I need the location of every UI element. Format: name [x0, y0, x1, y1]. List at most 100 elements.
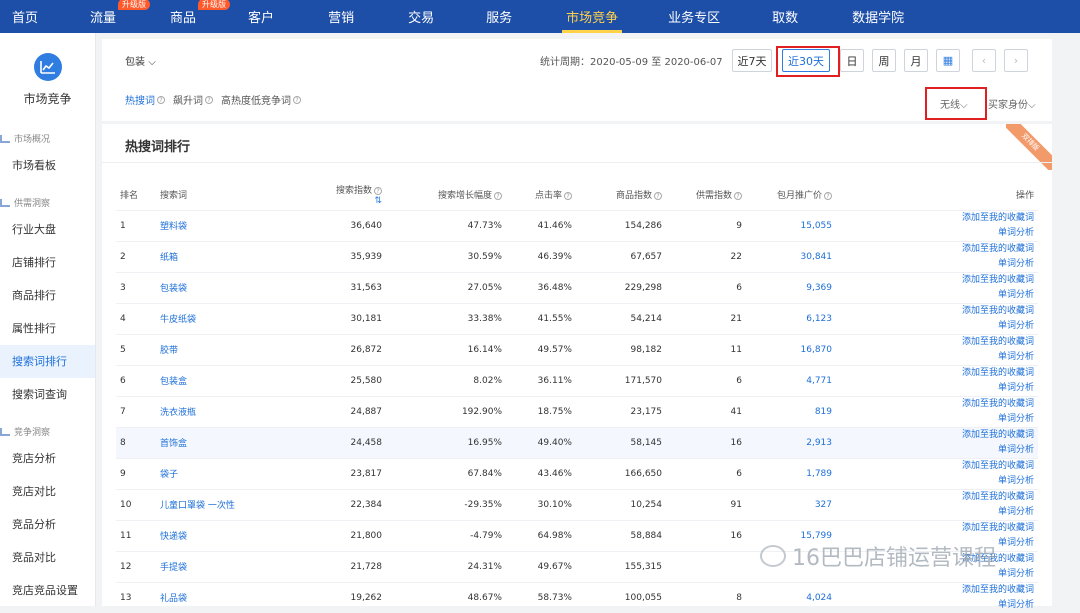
sidebar-item[interactable]: 竞店分析: [0, 442, 95, 475]
word-analysis-link[interactable]: 单词分析: [840, 505, 1034, 520]
help-icon[interactable]: ?: [824, 192, 832, 201]
keyword-link[interactable]: 牛皮纸袋: [156, 302, 326, 334]
next-period-button[interactable]: ›: [1004, 49, 1028, 72]
column-header[interactable]: 包月推广价?: [746, 180, 836, 210]
price-link[interactable]: 327: [746, 488, 836, 520]
add-favorite-link[interactable]: 添加至我的收藏词: [840, 335, 1034, 350]
keyword-link[interactable]: 包装袋: [156, 271, 326, 303]
nav-item-6[interactable]: 服务: [474, 0, 524, 33]
nav-item-1[interactable]: 流量 升级版: [78, 0, 151, 33]
price-link[interactable]: 15,055: [746, 209, 836, 241]
period-button-0[interactable]: 近7天: [732, 49, 772, 72]
device-dropdown[interactable]: 包装 ⌵: [125, 53, 156, 68]
tab-1[interactable]: 飙升词?: [173, 92, 213, 107]
keyword-link[interactable]: 洗衣液瓶: [156, 395, 326, 427]
add-favorite-link[interactable]: 添加至我的收藏词: [840, 583, 1034, 598]
sidebar-item[interactable]: 店铺排行: [0, 246, 95, 279]
add-favorite-link[interactable]: 添加至我的收藏词: [840, 366, 1034, 381]
sidebar-item[interactable]: 竞品分析: [0, 508, 95, 541]
help-icon[interactable]: ?: [157, 95, 165, 104]
period-button-4[interactable]: 月: [904, 49, 928, 72]
sort-icon[interactable]: ⇅: [374, 196, 382, 206]
keyword-link[interactable]: 纸箱: [156, 240, 326, 272]
add-favorite-link[interactable]: 添加至我的收藏词: [840, 211, 1034, 226]
help-icon[interactable]: ?: [494, 192, 502, 201]
add-favorite-link[interactable]: 添加至我的收藏词: [840, 459, 1034, 474]
nav-item-7[interactable]: 市场竞争: [554, 0, 630, 33]
column-header[interactable]: 搜索指数? ⇅: [326, 180, 386, 210]
price-link[interactable]: 2,913: [746, 426, 836, 458]
add-favorite-link[interactable]: 添加至我的收藏词: [840, 490, 1034, 505]
period-button-2[interactable]: 日: [840, 49, 864, 72]
nav-item-10[interactable]: 数据学院: [840, 0, 916, 33]
keyword-link[interactable]: 儿童口罩袋 一次性: [156, 488, 326, 520]
price-link[interactable]: 4,024: [746, 581, 836, 613]
price-link[interactable]: 6,123: [746, 302, 836, 334]
nav-item-9[interactable]: 取数: [760, 0, 810, 33]
tab-2[interactable]: 高热度低竞争词?: [221, 92, 301, 107]
help-icon[interactable]: ?: [205, 95, 213, 104]
keyword-link[interactable]: 袋子: [156, 457, 326, 489]
word-analysis-link[interactable]: 单词分析: [840, 474, 1034, 489]
word-analysis-link[interactable]: 单词分析: [840, 226, 1034, 241]
help-icon[interactable]: ?: [374, 187, 382, 196]
keyword-link[interactable]: 包装盒: [156, 364, 326, 396]
sidebar-item[interactable]: 竞品对比: [0, 541, 95, 574]
word-analysis-link[interactable]: 单词分析: [840, 412, 1034, 427]
add-favorite-link[interactable]: 添加至我的收藏词: [840, 428, 1034, 443]
tab-0[interactable]: 热搜词?: [125, 92, 165, 107]
word-analysis-link[interactable]: 单词分析: [840, 598, 1034, 613]
keyword-link[interactable]: 礼品袋: [156, 581, 326, 613]
help-icon[interactable]: ?: [734, 192, 742, 201]
help-icon[interactable]: ?: [654, 192, 662, 201]
keyword-link[interactable]: 胶带: [156, 333, 326, 365]
column-header[interactable]: 搜索增长幅度?: [386, 180, 506, 210]
price-link[interactable]: 30,841: [746, 240, 836, 272]
keyword-link[interactable]: 快递袋: [156, 519, 326, 551]
nav-item-3[interactable]: 客户: [236, 0, 286, 33]
price-link[interactable]: 1,789: [746, 457, 836, 489]
keyword-link[interactable]: 首饰盒: [156, 426, 326, 458]
keyword-link[interactable]: 塑料袋: [156, 209, 326, 241]
word-analysis-link[interactable]: 单词分析: [840, 319, 1034, 334]
keyword-link[interactable]: 手提袋: [156, 550, 326, 582]
add-favorite-link[interactable]: 添加至我的收藏词: [840, 273, 1034, 288]
word-analysis-link[interactable]: 单词分析: [840, 257, 1034, 272]
column-header: 操作: [836, 180, 1038, 210]
nav-item-8[interactable]: 业务专区: [656, 0, 732, 33]
buyer-dropdown[interactable]: 买家身份⌵: [988, 96, 1036, 111]
word-analysis-link[interactable]: 单词分析: [840, 381, 1034, 396]
nav-item-2[interactable]: 商品 升级版: [158, 0, 231, 33]
sidebar-item[interactable]: 市场看板: [0, 149, 95, 182]
sidebar-item[interactable]: 搜索词查询: [0, 378, 95, 411]
sidebar-item[interactable]: 商品排行: [0, 279, 95, 312]
add-favorite-link[interactable]: 添加至我的收藏词: [840, 521, 1034, 536]
word-analysis-link[interactable]: 单词分析: [840, 443, 1034, 458]
column-header[interactable]: 商品指数?: [576, 180, 666, 210]
help-icon[interactable]: ?: [564, 192, 572, 201]
column-header[interactable]: 点击率?: [506, 180, 576, 210]
prev-period-button[interactable]: ‹: [972, 49, 996, 72]
add-favorite-link[interactable]: 添加至我的收藏词: [840, 304, 1034, 319]
help-icon[interactable]: ?: [293, 95, 301, 104]
sidebar-item[interactable]: 搜索词排行: [0, 345, 95, 378]
add-favorite-link[interactable]: 添加至我的收藏词: [840, 242, 1034, 257]
nav-item-0[interactable]: 首页: [0, 0, 50, 33]
price-link[interactable]: 819: [746, 395, 836, 427]
sidebar-item[interactable]: 竞店对比: [0, 475, 95, 508]
column-header[interactable]: 供需指数?: [666, 180, 746, 210]
nav-item-4[interactable]: 营销: [316, 0, 366, 33]
calendar-button[interactable]: ▦: [936, 49, 960, 72]
word-analysis-link[interactable]: 单词分析: [840, 350, 1034, 365]
price-link[interactable]: 16,870: [746, 333, 836, 365]
price-link[interactable]: 9,369: [746, 271, 836, 303]
sidebar-item[interactable]: 属性排行: [0, 312, 95, 345]
sidebar-item[interactable]: 竞店竞品设置: [0, 574, 95, 607]
nav-item-5[interactable]: 交易: [396, 0, 446, 33]
period-button-3[interactable]: 周: [872, 49, 896, 72]
table-cell: 6: [666, 364, 746, 396]
word-analysis-link[interactable]: 单词分析: [840, 288, 1034, 303]
price-link[interactable]: 4,771: [746, 364, 836, 396]
add-favorite-link[interactable]: 添加至我的收藏词: [840, 397, 1034, 412]
sidebar-item[interactable]: 行业大盘: [0, 213, 95, 246]
